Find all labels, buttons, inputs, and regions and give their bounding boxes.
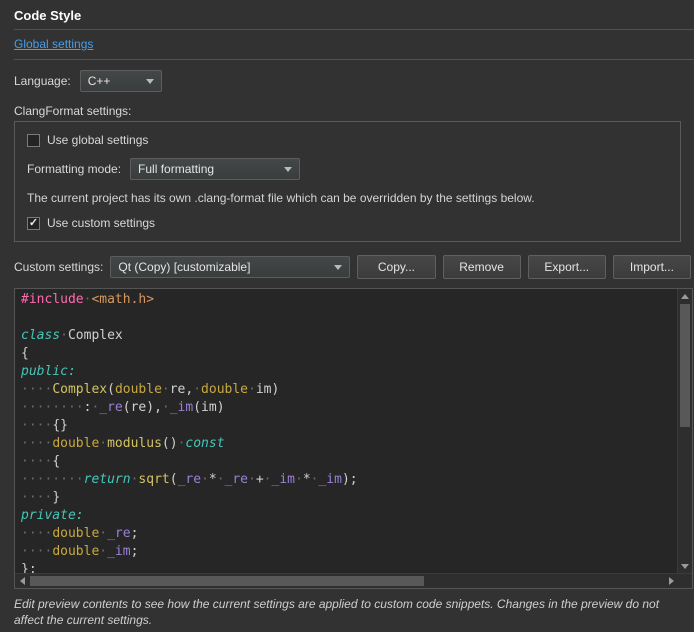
use-global-label[interactable]: Use global settings (47, 133, 148, 147)
use-global-settings-row: ✓ Use global settings (27, 133, 668, 147)
code-line: ····{ (21, 453, 677, 471)
chevron-down-icon (334, 265, 342, 270)
scroll-left-button[interactable] (15, 574, 29, 588)
code-line: }; (21, 561, 677, 573)
scroll-right-button[interactable] (664, 574, 678, 588)
clangformat-groupbox: ✓ Use global settings Formatting mode: F… (14, 121, 681, 242)
language-label: Language: (14, 74, 71, 88)
formatting-mode-select[interactable]: Full formatting (130, 158, 300, 180)
horizontal-scrollbar-track[interactable] (29, 574, 664, 588)
horizontal-scrollbar-thumb[interactable] (30, 576, 424, 586)
global-settings-link[interactable]: Global settings (14, 37, 93, 51)
vertical-scrollbar-track[interactable] (678, 303, 692, 559)
separator (14, 59, 694, 60)
code-line (21, 309, 677, 327)
language-row: Language: C++ (14, 70, 680, 92)
arrow-left-icon (20, 577, 25, 585)
language-select-value: C++ (88, 74, 111, 88)
code-line: ····{} (21, 417, 677, 435)
code-line: ········return·sqrt(_re·*·_re·+·_im·*·_i… (21, 471, 677, 489)
vertical-scrollbar-thumb[interactable] (680, 304, 690, 427)
code-line: ····} (21, 489, 677, 507)
code-line: ····double·modulus()·const (21, 435, 677, 453)
chevron-down-icon (284, 167, 292, 172)
language-select[interactable]: C++ (80, 70, 162, 92)
code-style-settings-page: Code Style Global settings Language: C++… (0, 0, 694, 632)
code-line: { (21, 345, 677, 363)
check-icon: ✓ (29, 218, 38, 229)
arrow-up-icon (681, 294, 689, 299)
code-editor-content[interactable]: #include·<math.h> class·Complex{public:·… (15, 289, 677, 573)
code-line: ········:·_re(re),·_im(im) (21, 399, 677, 417)
formatting-mode-value: Full formatting (138, 162, 214, 176)
remove-button[interactable]: Remove (443, 255, 521, 279)
arrow-down-icon (681, 564, 689, 569)
custom-settings-select[interactable]: Qt (Copy) [customizable] (110, 256, 350, 278)
clangformat-settings-label: ClangFormat settings: (14, 104, 680, 118)
use-custom-settings-row: ✓ Use custom settings (27, 216, 668, 230)
code-line: #include·<math.h> (21, 291, 677, 309)
copy-button[interactable]: Copy... (357, 255, 435, 279)
custom-settings-row: Custom settings: Qt (Copy) [customizable… (14, 255, 691, 279)
scroll-down-button[interactable] (678, 559, 692, 573)
custom-settings-value: Qt (Copy) [customizable] (118, 260, 250, 274)
formatting-mode-row: Formatting mode: Full formatting (27, 158, 668, 180)
footer-note: Edit preview contents to see how the cur… (14, 596, 680, 628)
formatting-mode-label: Formatting mode: (27, 162, 121, 176)
vertical-scrollbar[interactable] (677, 289, 692, 573)
custom-settings-label: Custom settings: (14, 260, 103, 274)
use-global-checkbox[interactable]: ✓ (27, 134, 40, 147)
code-line: ····Complex(double·re,·double·im) (21, 381, 677, 399)
code-line: class·Complex (21, 327, 677, 345)
code-line: ····double·_re; (21, 525, 677, 543)
clang-format-note: The current project has its own .clang-f… (27, 191, 668, 205)
code-line: private: (21, 507, 677, 525)
use-custom-checkbox[interactable]: ✓ (27, 217, 40, 230)
horizontal-scrollbar[interactable] (15, 573, 692, 588)
code-line: public: (21, 363, 677, 381)
use-custom-label[interactable]: Use custom settings (47, 216, 155, 230)
code-preview-editor[interactable]: #include·<math.h> class·Complex{public:·… (14, 288, 693, 589)
code-editor-viewport: #include·<math.h> class·Complex{public:·… (15, 289, 692, 573)
code-line: ····double·_im; (21, 543, 677, 561)
scroll-up-button[interactable] (678, 289, 692, 303)
export-button[interactable]: Export... (528, 255, 606, 279)
chevron-down-icon (146, 79, 154, 84)
scrollbar-corner (678, 574, 692, 588)
import-button[interactable]: Import... (613, 255, 691, 279)
arrow-right-icon (669, 577, 674, 585)
global-settings-row: Global settings (0, 30, 694, 59)
page-title: Code Style (0, 0, 694, 29)
